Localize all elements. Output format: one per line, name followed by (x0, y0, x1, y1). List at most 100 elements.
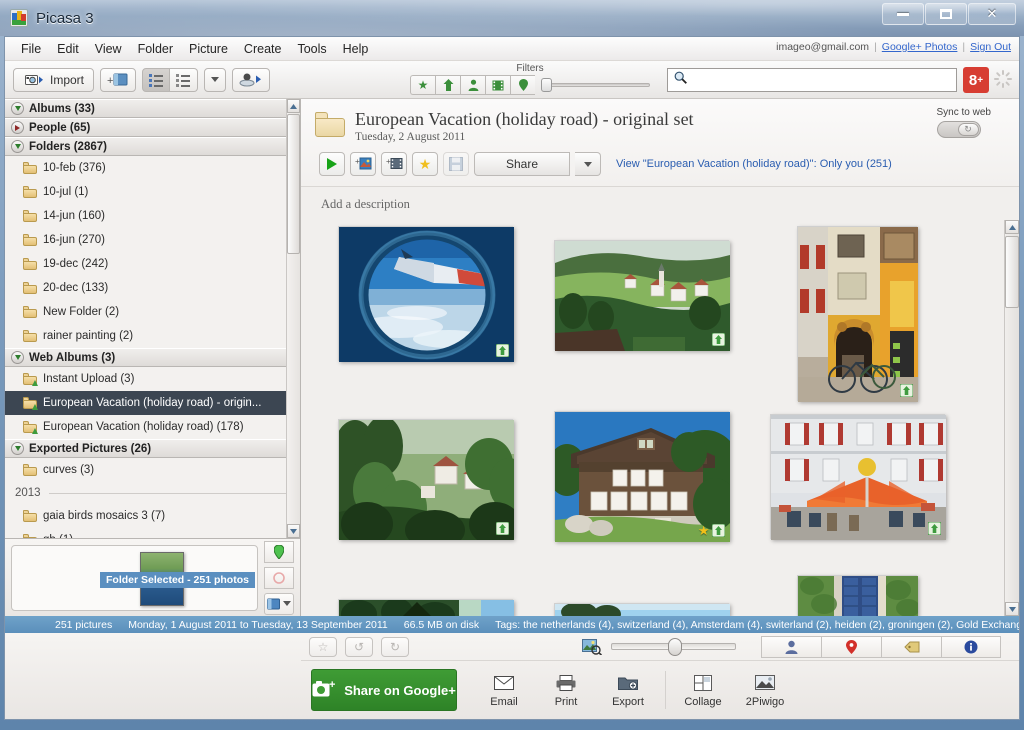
places-view-icon[interactable] (821, 635, 881, 658)
star-rate-button[interactable]: ☆ (309, 636, 337, 657)
share-dropdown-button[interactable] (575, 152, 601, 176)
menu-edit[interactable]: Edit (49, 39, 87, 59)
photo-thumbnail-archway-with-bicycles[interactable] (797, 226, 918, 402)
geotag-filter-icon[interactable] (510, 75, 535, 95)
sidebar-section-folders[interactable]: Folders (2867) (5, 137, 300, 156)
google-plus-photos-link[interactable]: Google+ Photos (882, 41, 958, 53)
star-album-button[interactable]: ★ (412, 152, 438, 176)
upload-filter-icon[interactable] (435, 75, 460, 95)
maximize-button[interactable] (925, 3, 967, 25)
people-view-icon[interactable] (761, 635, 821, 658)
scroll-thumb[interactable] (287, 114, 300, 254)
view-album-link[interactable]: View "European Vacation (holiday road)":… (616, 158, 892, 170)
minimize-button[interactable] (882, 3, 924, 25)
folder-item-new-folder[interactable]: New Folder (2) (5, 300, 300, 324)
2piwigo-button[interactable]: 2Piwigo (734, 673, 796, 708)
folder-item-10-jul[interactable]: 10-jul (1) (5, 180, 300, 204)
folder-item-20-dec[interactable]: 20-dec (133) (5, 276, 300, 300)
chevron-down-icon[interactable] (11, 442, 24, 455)
add-movie-button[interactable]: + (381, 152, 407, 176)
folder-item-19-dec[interactable]: 19-dec (242) (5, 252, 300, 276)
menu-create[interactable]: Create (236, 39, 290, 59)
view-mode-toggle[interactable] (142, 67, 199, 92)
print-button[interactable]: Print (535, 673, 597, 708)
save-button[interactable] (443, 152, 469, 176)
import-button[interactable]: Import (13, 67, 95, 92)
zoom-knob[interactable] (668, 637, 682, 656)
photo-grid-scrollbar[interactable] (1004, 220, 1019, 616)
play-slideshow-button[interactable] (319, 152, 345, 176)
menu-tools[interactable]: Tools (289, 39, 334, 59)
sidebar-section-people[interactable]: People (65) (5, 118, 300, 137)
search-box[interactable] (667, 68, 957, 92)
info-view-icon[interactable] (941, 635, 1001, 658)
grid-scroll-down-button[interactable] (1005, 602, 1019, 616)
menu-folder[interactable]: Folder (130, 39, 181, 59)
add-to-album-button[interactable] (264, 592, 294, 615)
folder-item-rainer-painting[interactable]: rainer painting (2) (5, 324, 300, 348)
menu-help[interactable]: Help (335, 39, 377, 59)
geotag-pin-button[interactable] (264, 540, 294, 563)
web-album-item-instant-upload[interactable]: Instant Upload (3) (5, 367, 300, 391)
search-input[interactable] (692, 73, 950, 87)
rotate-right-button[interactable]: ↻ (381, 636, 409, 657)
add-album-button[interactable]: + (100, 67, 137, 92)
folder-item-gb-1[interactable]: gb (1) (5, 528, 300, 538)
list-view-button[interactable] (142, 67, 171, 92)
menu-file[interactable]: File (13, 39, 49, 59)
web-album-item-european-vacation-original[interactable]: European Vacation (holiday road) - origi… (5, 391, 300, 415)
tray-box[interactable]: Folder Selected - 251 photos (11, 544, 258, 611)
photo-thumbnail-forest-valley-houses[interactable] (337, 419, 514, 540)
share-on-google-plus-button[interactable]: + Share on Google+ (311, 669, 457, 711)
collage-button[interactable]: Collage (672, 673, 734, 708)
email-button[interactable]: Email (473, 673, 535, 708)
chevron-down-icon[interactable] (11, 102, 24, 115)
grid-scroll-up-button[interactable] (1005, 220, 1019, 234)
slideshow-button[interactable] (232, 67, 271, 92)
web-album-item-european-vacation[interactable]: European Vacation (holiday road) (178) (5, 415, 300, 439)
unstar-circle-button[interactable] (264, 566, 294, 589)
folder-item-16-jun[interactable]: 16-jun (270) (5, 228, 300, 252)
face-filter-icon[interactable] (460, 75, 485, 95)
grid-scroll-thumb[interactable] (1005, 236, 1019, 308)
sidebar-section-albums[interactable]: Albums (33) (5, 99, 300, 118)
tags-view-icon[interactable] (881, 635, 941, 658)
folder-item-14-jun[interactable]: 14-jun (160) (5, 204, 300, 228)
album-description[interactable]: Add a description (301, 187, 1019, 220)
filter-date-slider[interactable] (541, 76, 650, 94)
folder-item-curves[interactable]: curves (3) (5, 458, 300, 482)
photo-thumbnail-cafe-orange-umbrellas[interactable] (769, 414, 946, 540)
chevron-down-icon[interactable] (11, 351, 24, 364)
close-button[interactable]: ✕ (968, 3, 1016, 25)
rotate-left-button[interactable]: ↺ (345, 636, 373, 657)
photo-thumbnail-green-hillside-village[interactable] (553, 240, 730, 351)
sync-to-web-toggle[interactable]: ↻ (936, 121, 981, 138)
scroll-up-button[interactable] (287, 99, 300, 113)
slider-knob[interactable] (541, 78, 552, 92)
google-plus-icon[interactable]: 8 + (963, 67, 989, 93)
menu-picture[interactable]: Picture (181, 39, 236, 59)
sign-out-link[interactable]: Sign Out (970, 41, 1011, 53)
sidebar-section-exported-pictures[interactable]: Exported Pictures (26) (5, 439, 300, 458)
add-photo-button[interactable]: + (350, 152, 376, 176)
video-filter-icon[interactable] (485, 75, 510, 95)
photo-thumbnail-blue-sky-partial[interactable] (553, 603, 730, 616)
chevron-right-icon[interactable] (11, 121, 24, 134)
view-options-dropdown[interactable] (204, 67, 227, 92)
export-button[interactable]: Export (597, 673, 659, 708)
photo-thumbnail-lake-trees-partial[interactable] (337, 599, 514, 616)
folder-item-10-feb[interactable]: 10-feb (376) (5, 156, 300, 180)
scroll-down-button[interactable] (287, 524, 300, 538)
thumbnail-zoom-slider[interactable] (611, 637, 736, 656)
star-filter-icon[interactable]: ★ (410, 75, 435, 95)
folder-item-gaia-birds-mosaics-3[interactable]: gaia birds mosaics 3 (7) (5, 504, 300, 528)
menu-view[interactable]: View (87, 39, 130, 59)
chevron-down-icon[interactable] (11, 140, 24, 153)
photo-thumbnail-ivy-blue-shutters-partial[interactable] (797, 575, 918, 616)
sidebar-scrollbar[interactable] (286, 99, 300, 538)
detail-view-button[interactable] (170, 67, 199, 92)
share-button[interactable]: Share (474, 152, 570, 176)
sidebar-section-web-albums[interactable]: Web Albums (3) (5, 348, 300, 367)
photo-thumbnail-swiss-chalet-house[interactable]: ★ (553, 411, 730, 542)
photo-thumbnail-airplane-wing-window[interactable] (337, 226, 514, 362)
